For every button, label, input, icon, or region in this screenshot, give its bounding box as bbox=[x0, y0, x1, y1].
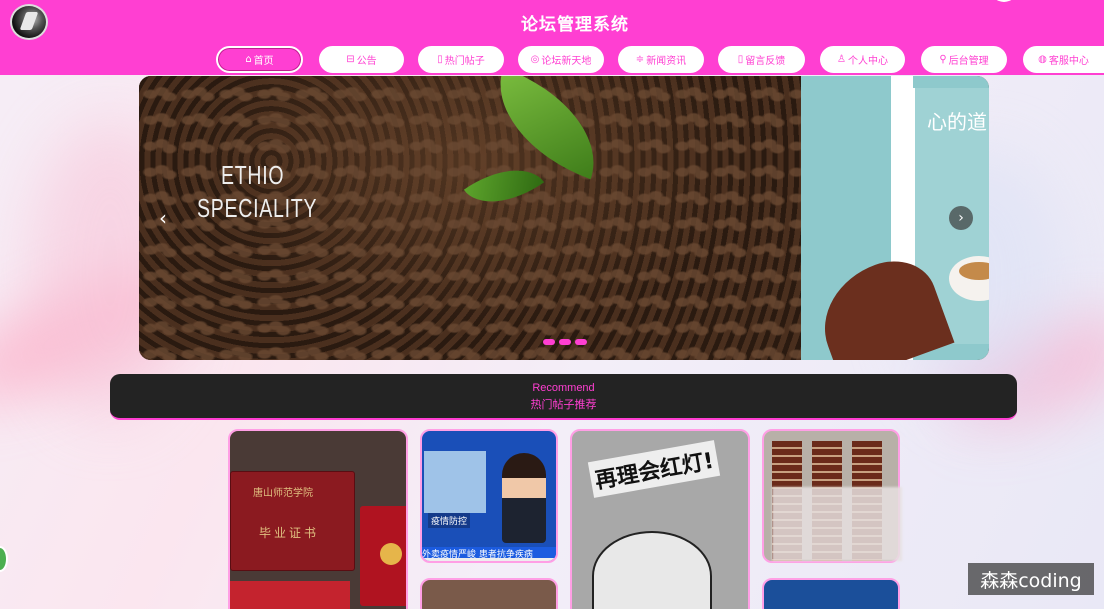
home-icon: ⌂ bbox=[245, 54, 252, 65]
emblem-icon bbox=[380, 543, 402, 565]
recommend-title-en: Recommend bbox=[532, 382, 595, 394]
side-widget-icon[interactable] bbox=[0, 546, 8, 572]
header: 论坛管理系统 ⌂ 首页 ⊟ 公告 ▯ 热门帖子 ◎ 论坛新天地 ≑ 新闻资讯 ▯… bbox=[0, 0, 1104, 75]
nav-label: 热门帖子 bbox=[444, 56, 485, 67]
recommend-header: Recommend 热门帖子推荐 bbox=[110, 374, 1017, 420]
post-card[interactable]: 再理会红灯! bbox=[570, 429, 750, 609]
news-label: 疫情防控 bbox=[428, 513, 471, 528]
user-menu-icon[interactable] bbox=[990, 0, 1018, 2]
carousel-dot[interactable] bbox=[543, 339, 555, 345]
news-subtitle-bar bbox=[422, 558, 556, 561]
nav-label: 留言反馈 bbox=[745, 56, 786, 67]
nav-profile[interactable]: ♙ 个人中心 bbox=[820, 46, 905, 73]
compass-icon: ◎ bbox=[530, 54, 540, 65]
sliders-icon: ≑ bbox=[635, 54, 645, 65]
chat-icon: ◍ bbox=[1038, 54, 1047, 65]
post-card[interactable]: 唐山师范学院 毕业证书 bbox=[228, 429, 408, 609]
nav-support[interactable]: ◍ 客服中心 bbox=[1023, 46, 1104, 73]
nav-hot-posts[interactable]: ▯ 热门帖子 bbox=[418, 46, 504, 73]
nav-label: 客服中心 bbox=[1048, 56, 1089, 67]
nav-home[interactable]: ⌂ 首页 bbox=[216, 46, 303, 73]
nav-label: 后台管理 bbox=[948, 56, 989, 67]
post-card[interactable] bbox=[762, 578, 900, 609]
slide-caption: 心的道 bbox=[927, 110, 987, 134]
carousel-dot[interactable] bbox=[559, 339, 571, 345]
nav-label: 公告 bbox=[356, 56, 377, 67]
nav-feedback[interactable]: ▯ 留言反馈 bbox=[718, 46, 805, 73]
nav-news[interactable]: ≑ 新闻资讯 bbox=[618, 46, 704, 73]
carousel-dot[interactable] bbox=[575, 339, 587, 345]
nav-admin[interactable]: ⚲ 后台管理 bbox=[921, 46, 1007, 73]
carousel-indicators bbox=[543, 339, 587, 345]
blurred-overlay bbox=[772, 487, 902, 561]
nav-announcement[interactable]: ⊟ 公告 bbox=[319, 46, 404, 73]
diploma-school: 唐山师范学院 bbox=[253, 488, 313, 499]
nav-label: 首页 bbox=[253, 56, 274, 67]
site-title: 论坛管理系统 bbox=[521, 15, 629, 35]
recommend-title-cn: 热门帖子推荐 bbox=[530, 398, 597, 411]
nav-label: 新闻资讯 bbox=[646, 56, 687, 67]
nav-forum-world[interactable]: ◎ 论坛新天地 bbox=[518, 46, 604, 73]
diploma-title: 毕业证书 bbox=[259, 526, 320, 540]
cartoon-caption: 再理会红灯! bbox=[587, 440, 721, 498]
document-icon: ▯ bbox=[437, 54, 443, 65]
prev-arrow-icon[interactable]: ‹ bbox=[159, 206, 167, 230]
slide-caption: ETHIO bbox=[221, 160, 285, 190]
announcement-icon: ⊟ bbox=[346, 54, 355, 65]
post-card[interactable]: 疫情防控 外卖疫情严峻 患者抗争疾病 bbox=[420, 429, 558, 563]
slide-caption: SPECIALITY bbox=[197, 193, 318, 223]
nav-label: 论坛新天地 bbox=[541, 56, 592, 67]
news-inset-image bbox=[424, 451, 486, 513]
post-card[interactable] bbox=[420, 578, 558, 609]
watermark: 森森coding bbox=[968, 563, 1094, 595]
news-anchor-image bbox=[502, 453, 546, 543]
nav-label: 个人中心 bbox=[847, 56, 888, 67]
banner-carousel[interactable]: ETHIO SPECIALITY 心的道 ‹ › bbox=[139, 76, 989, 360]
next-arrow-icon[interactable]: › bbox=[949, 206, 973, 230]
diploma-image: 唐山师范学院 毕业证书 bbox=[230, 471, 355, 571]
user-icon: ♙ bbox=[837, 54, 846, 65]
diploma-red-book bbox=[230, 581, 350, 609]
note-icon: ▯ bbox=[737, 54, 744, 65]
cartoon-figure bbox=[592, 531, 712, 609]
link-icon: ⚲ bbox=[939, 54, 947, 65]
slide-coffee-image: ETHIO SPECIALITY bbox=[139, 76, 801, 360]
